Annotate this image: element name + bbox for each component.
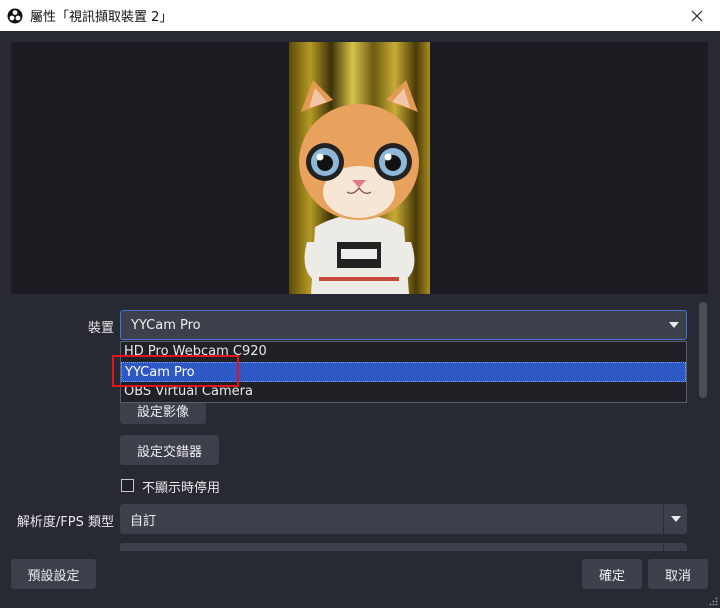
device-dropdown-list: HD Pro Webcam C920 YYCam Pro OBS Virtual… [120,341,687,403]
device-select-arrow[interactable] [662,311,686,339]
ok-button[interactable]: 確定 [582,559,642,589]
scrollbar-thumb[interactable] [699,302,707,398]
deactivate-when-hidden-label: 不顯示時停用 [142,481,221,496]
defaults-label: 預設設定 [27,568,80,584]
device-option-hd-pro-webcam[interactable]: HD Pro Webcam C920 [121,342,686,362]
resolution-select-value: 自訂 [130,513,157,529]
configure-crossbar-label: 設定交錯器 [136,444,202,460]
chevron-down-icon [670,516,681,522]
resize-grip-icon[interactable] [708,596,718,606]
deactivate-when-hidden-checkbox[interactable] [121,479,134,492]
device-option-obs-virtual-camera[interactable]: OBS Virtual Camera [121,382,686,402]
video-preview [11,42,708,294]
form-scrollbar[interactable] [698,298,708,548]
device-option-yycam-pro[interactable]: YYCam Pro [121,362,686,382]
close-button[interactable] [674,0,720,31]
close-icon [691,10,703,21]
device-select[interactable]: YYCam Pro [120,310,687,340]
configure-video-label: 設定影像 [136,404,189,420]
next-setting-select-arrow[interactable] [663,543,687,551]
resolution-label: 解析度/FPS 類型 [16,515,114,530]
defaults-button[interactable]: 預設設定 [11,559,96,589]
device-select-value: YYCam Pro [131,317,201,333]
device-label: 裝置 [87,321,114,336]
window-title: 屬性「視訊擷取裝置 2」 [30,10,173,25]
camera-preview-image [289,42,430,294]
resolution-select-arrow[interactable] [663,504,687,534]
next-setting-select[interactable] [120,543,687,551]
obs-logo-icon [7,8,23,23]
cancel-button[interactable]: 取消 [648,559,708,589]
title-bar: 屬性「視訊擷取裝置 2」 [0,0,720,31]
cancel-label: 取消 [664,568,691,584]
configure-crossbar-button[interactable]: 設定交錯器 [120,435,219,465]
cat-avatar-image [299,80,419,294]
resolution-select[interactable]: 自訂 [120,504,687,534]
chevron-down-icon [669,322,679,328]
ok-label: 確定 [598,568,625,584]
